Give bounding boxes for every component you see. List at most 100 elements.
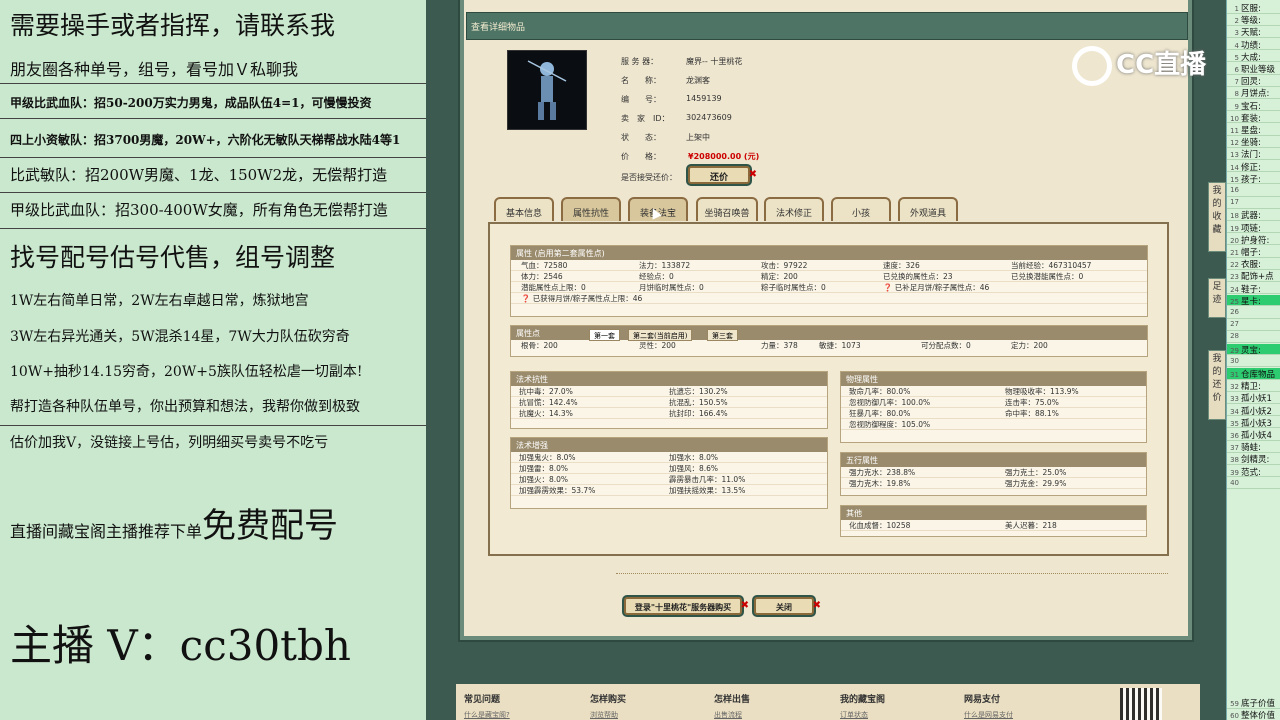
my-bargain-sidebar-button[interactable]: 我的还价 (1208, 350, 1226, 420)
row-label: 星卡: (1241, 296, 1261, 307)
enh-value: 霹雳暴击几率：11.0% (669, 475, 746, 484)
five-elements-box: 五行属性 强力克水：238.8% 强力克土：25.0% 强力克木：19.8% 强力克金：… (840, 452, 1147, 496)
watermark-text: CC直播 (1116, 50, 1207, 80)
phys-value: 致命几率：80.0% (849, 387, 911, 396)
attribute-point-value: 根骨：200 (521, 341, 558, 350)
close-button[interactable]: 关闭 ✖ (754, 597, 821, 615)
right-panel-row: 14 修正: (1227, 161, 1280, 173)
tab-attributes[interactable]: 属性抗性 (561, 197, 621, 221)
right-panel-row: 17 (1227, 197, 1280, 209)
attribute-value: 已兑换潜能属性点：0 (1011, 272, 1084, 281)
tab-spell-correction[interactable]: 法术修正 (764, 197, 824, 221)
row-number: 17 (1230, 198, 1239, 207)
promo-line: 10W+抽秒14.15穷奇，20W+5族队伍轻松虐一切副本! (10, 364, 363, 380)
row-label: 配饰+点 (1241, 272, 1274, 282)
row-label: 护身符: (1241, 235, 1270, 246)
server-value: 魔界-- 十里桃花 (686, 57, 743, 66)
promo-line: 朋友圈各种单号，组号，看号加Ｖ私聊我 (10, 60, 299, 79)
row-label: 骑蛙: (1241, 443, 1261, 453)
row-label: 修正: (1241, 162, 1261, 173)
right-panel-row: 35 孤小妖3 (1227, 417, 1280, 429)
attribute-value: ❓ 已获得月饼/粽子属性点上限：46 (521, 294, 643, 303)
footer-link[interactable]: 什么是网易支付 (964, 710, 1013, 720)
attribute-value: 已兑换的属性点：23 (883, 272, 953, 281)
row-label: 仓库物品 (1241, 370, 1276, 380)
other-title: 其他 (841, 506, 1146, 520)
tab-basic-info[interactable]: 基本信息 (494, 197, 554, 221)
footer-heading: 怎样购买 (590, 695, 627, 705)
right-panel-row: 23 配饰+点 (1227, 270, 1280, 282)
attribute-point-value: 敏捷：1073 (819, 341, 861, 350)
attributes-panel: 属性 (启用第二套属性点) 气血：72580 法力：133872 攻击：97922 速… (488, 222, 1169, 556)
points-box: 属性点 第一套 第二套(当前启用) 第三套 根骨：200 灵性：200 力量：378… (510, 325, 1148, 357)
right-panel-row: 10 套装: (1227, 112, 1280, 124)
attribute-value: 经验点：0 (639, 272, 674, 281)
row-number: 22 (1230, 261, 1239, 270)
right-panel-row: 4 功绩: (1227, 39, 1280, 51)
row-label: 区服: (1241, 4, 1261, 14)
row-number: 6 (1234, 66, 1239, 74)
footer-link[interactable]: 订单状态 (840, 710, 868, 720)
buy-button[interactable]: 登录"十里桃花"服务器购买 ✖ (624, 597, 749, 615)
other-box: 其他 化血成督：10258 美人迟暮：218 (840, 505, 1147, 537)
promo-line: 四上小资敏队：招3700男魔，20W+，六阶化无敏队天梯帮战水陆4等1 (10, 133, 401, 147)
footer-link[interactable]: 什么是藏宝阁? (464, 710, 510, 720)
row-label: 剑精灵: (1241, 455, 1270, 465)
row-number: 1 (1234, 5, 1239, 13)
divider (616, 573, 1168, 574)
enh-value: 加强火：8.0% (519, 475, 569, 484)
right-panel-row: 59 底子价值 (1227, 697, 1280, 709)
spell-resist-title: 法术抗性 (511, 372, 827, 386)
footer-link[interactable]: 出售流程 (714, 710, 742, 720)
name-label: 名 称： (621, 76, 661, 85)
right-panel-row: 2 等级: (1227, 14, 1280, 26)
row-label: 套装: (1241, 113, 1261, 124)
right-panel-row: 31 仓库物品 (1227, 368, 1280, 380)
close-button-label: 关闭 (776, 603, 792, 612)
attributes-title: 属性 (启用第二套属性点) (511, 246, 1147, 260)
right-panel-row: 18 武器: (1227, 209, 1280, 221)
promo-line: 甲级比武血队：招50-200万实力男鬼，成品队伍4=1，可慢慢投资 (10, 96, 372, 110)
enh-value: 加强鬼火：8.0% (519, 453, 576, 462)
resist-value: 抗冒慌：142.4% (519, 398, 578, 407)
right-panel-row: 5 大成: (1227, 51, 1280, 63)
right-panel-row: 3 天赋: (1227, 26, 1280, 38)
right-panel-row: 8 月饼点: (1227, 87, 1280, 99)
promo-text-large: 免费配号 (202, 506, 339, 546)
row-label: 月饼点: (1241, 89, 1270, 99)
row-number: 11 (1230, 127, 1239, 135)
five-elements-title: 五行属性 (841, 453, 1146, 467)
footprint-sidebar-button[interactable]: 足迹 (1208, 278, 1226, 318)
favorites-sidebar-button[interactable]: 我的收藏 (1208, 182, 1226, 252)
row-label: 坐骑: (1241, 138, 1261, 148)
character-figure-icon (527, 60, 567, 120)
row-label: 天赋: (1241, 28, 1261, 38)
tab-mounts-pets[interactable]: 坐骑召唤兽 (696, 197, 758, 221)
phys-value: 忽视防御程度：105.0% (849, 420, 931, 429)
promo-line: 需要操手或者指挥，请联系我 (10, 11, 336, 40)
row-number: 34 (1230, 407, 1239, 416)
row-label: 鞋子: (1241, 284, 1261, 295)
five-value: 强力克土：25.0% (1005, 468, 1067, 477)
row-label: 帽子: (1241, 248, 1261, 258)
row-number: 24 (1230, 285, 1239, 294)
right-panel-row: 11 星盘: (1227, 124, 1280, 136)
row-label: 精卫: (1241, 382, 1261, 392)
right-panel-row: 26 (1227, 307, 1280, 319)
right-panel-row: 36 孤小妖4 (1227, 429, 1280, 441)
row-number: 15 (1230, 175, 1239, 184)
enh-value: 加强风：8.6% (669, 464, 719, 473)
tab-appearance[interactable]: 外观道具 (898, 197, 958, 221)
tab-children[interactable]: 小孩 (831, 197, 891, 221)
bargain-button[interactable]: 还价 ✖ (688, 166, 757, 184)
footer-heading: 网易支付 (964, 695, 1001, 705)
right-panel-row: 12 坐骑: (1227, 136, 1280, 148)
close-icon: ✖ (748, 169, 757, 180)
price-value: ¥208000.00 (元) (688, 152, 760, 161)
row-number: 37 (1230, 444, 1239, 453)
row-label: 范式: (1241, 467, 1261, 478)
right-panel-row: 15 孩子: (1227, 173, 1280, 185)
row-label: 功绩: (1241, 40, 1261, 51)
cc-logo-icon (1072, 45, 1112, 86)
footer-link[interactable]: 浏览帮助 (590, 710, 618, 720)
